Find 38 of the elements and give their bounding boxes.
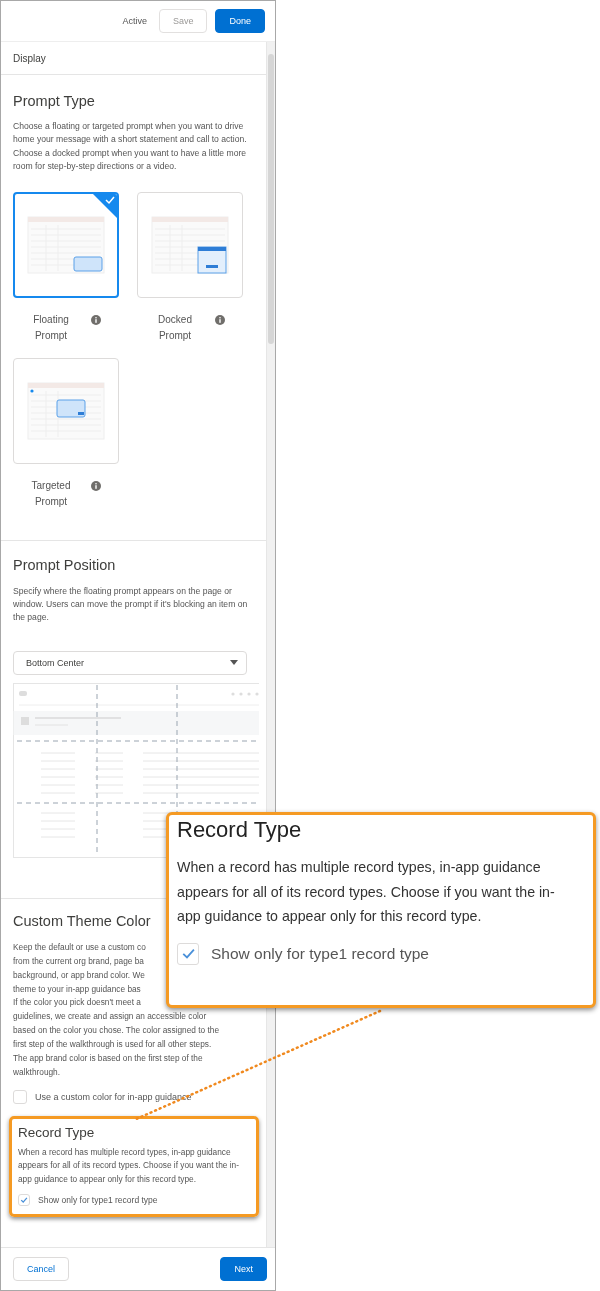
info-icon[interactable] <box>91 480 101 491</box>
selected-check-icon <box>92 193 117 219</box>
position-dropdown[interactable]: Bottom Center <box>13 650 247 675</box>
prompt-option-card[interactable] <box>13 191 119 298</box>
option-label: Docked Prompt <box>157 312 193 343</box>
primary-button[interactable]: Next <box>220 1257 267 1281</box>
section-title: Prompt Type <box>13 93 95 109</box>
caret-icon <box>230 660 238 666</box>
description-line: Keep the default or use a custom co <box>13 940 146 954</box>
option-label: Targeted Prompt <box>30 478 72 509</box>
status-label: Active <box>122 16 147 26</box>
section-title: Record Type <box>18 1124 96 1140</box>
section-description: When a record has multiple record types, in-app guidance appears for all of its record types. Choose if you want the in-app guidance to appear only for this record type. <box>18 1145 240 1186</box>
description-line: from the current org brand, page ba <box>13 954 144 968</box>
callout-description: When a record has multiple record types, in-app guidance appears for all of its record types. Choose if you want the in-app guidance to appear only for this record type. <box>177 858 556 926</box>
secondary-button[interactable]: Cancel <box>13 1257 69 1281</box>
description-line: walkthrough. <box>13 1066 61 1079</box>
description-line: based on the color you chose. The color assigned to the <box>13 1024 220 1038</box>
check-icon <box>180 946 196 961</box>
option-label: Floating Prompt <box>32 312 70 343</box>
description-line: guidelines, we create and assign an accessible color <box>13 1010 207 1024</box>
section-description: Choose a floating or targeted prompt when you want to drive home your message with a short statement and call to action. Choose a docked prompt when you want to have a little more room for step-by-step directions or a video. <box>13 120 248 174</box>
info-icon[interactable] <box>215 314 225 325</box>
callout-title: Record Type <box>177 817 303 843</box>
check-icon <box>20 1196 28 1205</box>
description-line: The app brand color is based on the first step of the <box>13 1052 203 1066</box>
primary-button[interactable]: Done <box>215 9 265 33</box>
section-title: Prompt Position <box>13 556 116 573</box>
record-type-checkbox[interactable]: Show only for type1 record type <box>18 1194 250 1207</box>
section-title: Custom Theme Color <box>13 912 151 929</box>
description-line: theme to your in-app guidance bas <box>13 982 141 996</box>
section-description: Specify where the floating prompt appears on the page or window. Users can move the prompt if it's blocking an item on the page. <box>13 584 249 625</box>
description-line: If the color you pick doesn't meet a <box>13 996 141 1010</box>
description-line: first step of the walkthrough is used for all other steps. <box>13 1038 212 1052</box>
info-icon[interactable] <box>91 314 101 325</box>
description-line: background, or app brand color. We <box>13 968 145 982</box>
callout-checkbox[interactable]: Show only for type1 record type <box>177 942 585 965</box>
scrollbar-thumb[interactable] <box>268 54 274 344</box>
